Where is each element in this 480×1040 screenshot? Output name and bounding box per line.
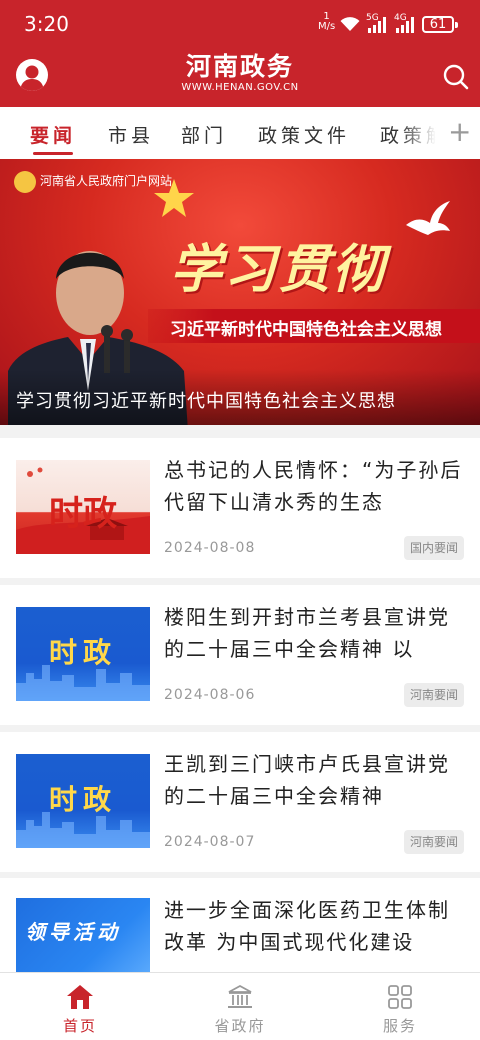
thumbnail-label: 领导活动 bbox=[25, 920, 121, 944]
header: 河南政务 WWW.HENAN.GOV.CN bbox=[0, 46, 480, 107]
news-thumbnail: 领导活动 bbox=[16, 898, 150, 972]
news-date: 2024-08-07 bbox=[164, 834, 256, 850]
status-time: 3:20 bbox=[24, 12, 69, 36]
news-category-tag: 河南要闻 bbox=[403, 830, 464, 854]
tab-yaowen[interactable]: 要闻 bbox=[30, 121, 76, 148]
thumbnail-label: 时政 bbox=[48, 636, 117, 669]
signal-icon bbox=[396, 17, 414, 33]
net-speed: 1 M/s bbox=[318, 12, 335, 32]
battery-level: 61 bbox=[429, 17, 447, 32]
battery-indicator: 61 bbox=[422, 16, 458, 33]
wifi-icon bbox=[340, 17, 360, 31]
user-icon[interactable] bbox=[16, 59, 48, 91]
thumbnail-label: 时政 bbox=[48, 783, 117, 816]
nav-services[interactable]: 服务 bbox=[340, 973, 460, 1040]
category-tabs: 要闻 市县 部门 政策文件 政策解 + bbox=[0, 107, 480, 159]
news-thumbnail: 时政 bbox=[16, 754, 150, 848]
tab-bumen[interactable]: 部门 bbox=[181, 121, 227, 148]
news-date: 2024-08-08 bbox=[164, 540, 256, 556]
tab-shixian[interactable]: 市县 bbox=[108, 121, 154, 148]
dove-icon bbox=[406, 201, 450, 235]
search-icon bbox=[443, 64, 469, 90]
news-title: 王凯到三门峡市卢氏县宣讲党的二十届三中全会精神 bbox=[164, 752, 450, 808]
news-title: 进一步全面深化医药卫生体制改革 为中国式现代化建设 bbox=[164, 898, 450, 954]
banner-strip-text: 习近平新时代中国特色社会主义思想 bbox=[170, 320, 442, 340]
nav-government[interactable]: 省政府 bbox=[180, 973, 300, 1040]
news-thumbnail: 时政 bbox=[16, 460, 150, 554]
nav-home-label: 首页 bbox=[62, 1017, 97, 1035]
nav-services-label: 服务 bbox=[382, 1017, 417, 1035]
bottom-navigation: 首页 省政府 服务 bbox=[0, 972, 480, 1040]
news-category-tag: 河南要闻 bbox=[403, 683, 464, 707]
news-thumbnail: 时政 bbox=[16, 607, 150, 701]
search-button[interactable] bbox=[441, 62, 471, 92]
tab-zhengce-wenjian[interactable]: 政策文件 bbox=[258, 121, 350, 148]
thumbnail-label: 时政 bbox=[49, 494, 117, 534]
active-tab-indicator bbox=[33, 152, 73, 155]
app-domain: WWW.HENAN.GOV.CN bbox=[181, 82, 299, 93]
signal-icon bbox=[368, 17, 386, 33]
news-item[interactable]: 时政 王凯到三门峡市卢氏县宣讲党的二十届三中全会精神 2024-08-07 河南… bbox=[0, 732, 480, 872]
nav-government-label: 省政府 bbox=[214, 1017, 266, 1035]
news-title: 楼阳生到开封市兰考县宣讲党的二十届三中全会精神 以 bbox=[164, 605, 450, 661]
banner-carousel[interactable]: 河南省人民政府门户网站 学习贯彻 习近平新时代中国特色社会主义思想 学习贯彻习近… bbox=[0, 159, 480, 425]
app-title: 河南政务 bbox=[185, 52, 294, 81]
news-title: 总书记的人民情怀：“为子孙后代留下山清水秀的生态 bbox=[164, 458, 463, 514]
news-category-tag: 国内要闻 bbox=[403, 536, 464, 560]
news-item[interactable]: 时政 总书记的人民情怀：“为子孙后代留下山清水秀的生态 2024-08-08 国… bbox=[0, 438, 480, 578]
app-top-bar: 3:20 1 M/s 5G 4G 61 河南政务 WWW.HENAN.GOV.C… bbox=[0, 0, 480, 107]
news-item[interactable]: 领导活动 进一步全面深化医药卫生体制改革 为中国式现代化建设 bbox=[0, 878, 480, 972]
add-tab-button[interactable]: + bbox=[448, 117, 471, 147]
nav-home[interactable]: 首页 bbox=[20, 973, 140, 1040]
banner-caption: 学习贯彻习近平新时代中国特色社会主义思想 bbox=[16, 391, 396, 412]
government-building-icon bbox=[228, 984, 252, 1008]
app-logo: 河南政务 WWW.HENAN.GOV.CN bbox=[150, 52, 330, 94]
banner-headline: 学习贯彻 bbox=[170, 239, 387, 300]
net-speed-unit: M/s bbox=[318, 21, 336, 32]
home-icon bbox=[67, 985, 93, 1009]
news-date: 2024-08-06 bbox=[164, 687, 256, 703]
star-icon bbox=[154, 179, 194, 217]
status-bar: 3:20 1 M/s 5G 4G 61 bbox=[0, 0, 480, 46]
emblem-icon bbox=[14, 171, 36, 193]
news-item[interactable]: 时政 楼阳生到开封市兰考县宣讲党的二十届三中全会精神 以 2024-08-06 … bbox=[0, 585, 480, 725]
grid-services-icon bbox=[388, 985, 412, 1009]
